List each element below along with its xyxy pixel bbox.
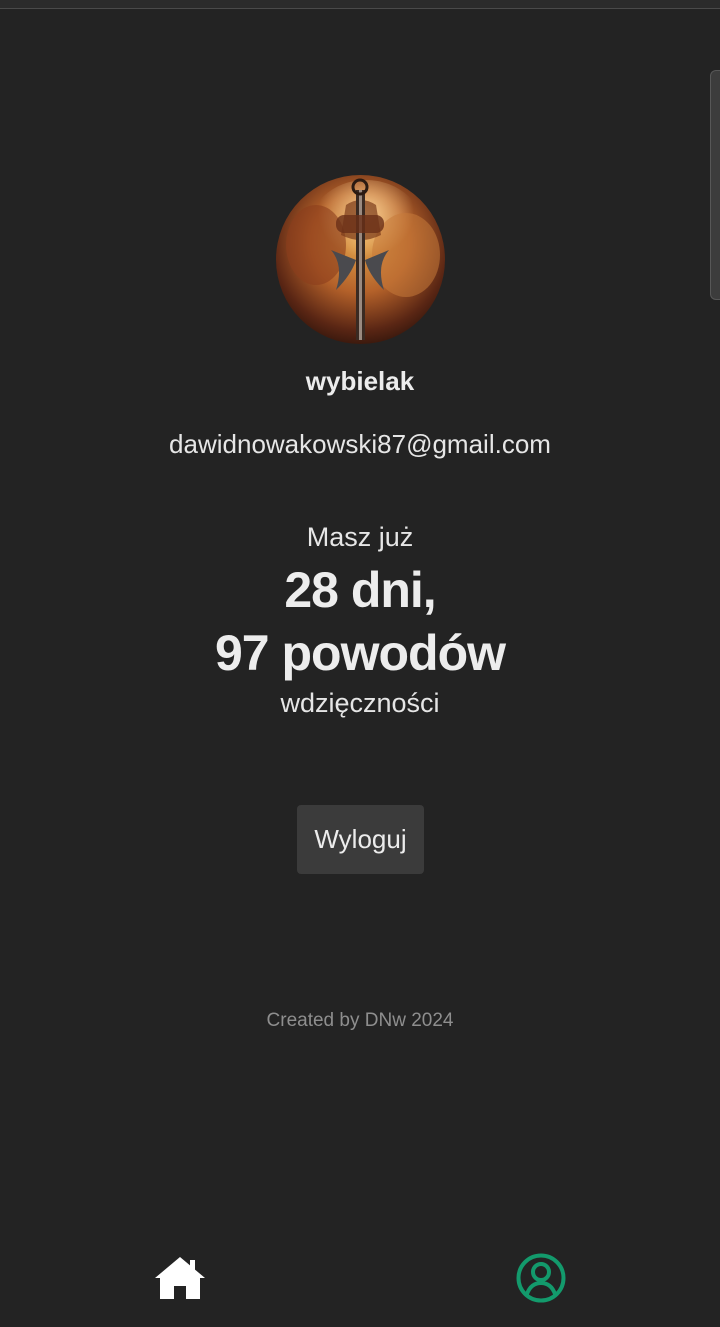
nav-profile-button[interactable]	[513, 1250, 569, 1306]
stats-days: 28 dni,	[284, 562, 436, 618]
user-circle-icon	[516, 1253, 566, 1303]
stats-intro: Masz już	[306, 522, 414, 552]
email-address: dawidnowakowski87@gmail.com	[169, 429, 551, 459]
scroll-handle[interactable]	[710, 70, 720, 300]
stats-reasons: 97 powodów	[215, 625, 506, 681]
avatar-image	[276, 175, 445, 344]
logout-button[interactable]: Wyloguj	[297, 805, 424, 874]
top-bar	[0, 0, 720, 9]
stats-outro: wdzięczności	[280, 688, 440, 718]
username: wybielak	[305, 366, 415, 396]
home-icon	[155, 1257, 205, 1299]
nav-home-button[interactable]	[152, 1250, 208, 1306]
footer-credit: Created by DNw 2024	[266, 1010, 454, 1031]
avatar	[276, 175, 445, 344]
